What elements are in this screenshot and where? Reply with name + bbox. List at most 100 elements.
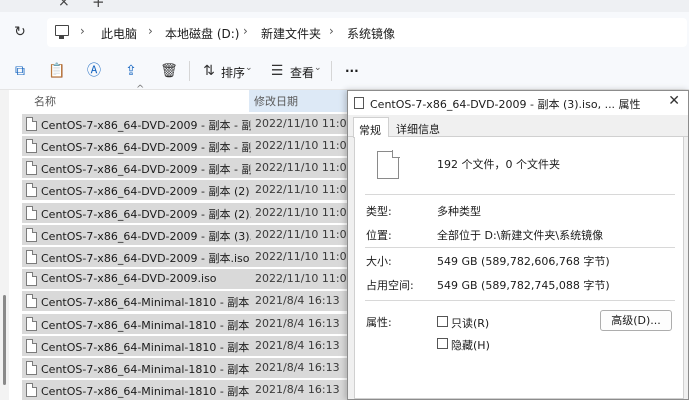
divider <box>365 300 675 301</box>
attributes-label: 属性: <box>366 316 392 329</box>
properties-dialog: CentOS-7-x86_64-DVD-2009 - 副本 (3).iso, .… <box>347 90 689 400</box>
copy-icon[interactable]: ⧉ <box>11 62 29 80</box>
delete-icon[interactable]: 🗑 <box>160 62 178 80</box>
breadcrumb-system-images[interactable]: 系统镜像 <box>347 25 395 42</box>
refresh-icon[interactable]: ↻ <box>11 23 29 41</box>
window-tab-strip: × + <box>0 0 689 12</box>
file-row[interactable]: CentOS-7-x86_64-DVD-2009.iso 2022/11/10 1… <box>22 269 360 289</box>
file-row[interactable]: CentOS-7-x86_64-DVD-2009 - 副本 (3).iso 202… <box>22 225 360 245</box>
breadcrumb-local-disk-d[interactable]: 本地磁盘 (D:) <box>165 25 239 42</box>
file-icon <box>26 317 37 331</box>
file-name: CentOS-7-x86_64-DVD-2009 - 副本 - 副本.iso <box>41 163 251 176</box>
command-bar: ⧉ 📋 Ⓐ ⇪ 🗑 ⇅ 排序 ⌄ ☰ 查看 ⌄ ··· <box>0 52 689 90</box>
vertical-scrollbar[interactable] <box>0 90 9 400</box>
file-icon <box>26 139 37 153</box>
toolbar-divider <box>331 61 332 81</box>
file-name: CentOS-7-x86_64-Minimal-1810 - 副本 - 副... <box>41 296 251 309</box>
file-name: CentOS-7-x86_64-DVD-2009 - 副本 (2).iso <box>41 208 251 221</box>
file-name: CentOS-7-x86_64-Minimal-1810 - 副本 (2) - … <box>41 363 251 376</box>
more-icon[interactable]: ··· <box>345 64 359 78</box>
tab-details[interactable]: 详细信息 <box>396 121 440 137</box>
breadcrumb-new-folder[interactable]: 新建文件夹 <box>261 25 321 42</box>
file-row[interactable]: CentOS-7-x86_64-Minimal-1810 - 副本 - 副...… <box>22 314 360 334</box>
multiple-files-icon <box>377 150 400 179</box>
dialog-titlebar[interactable]: CentOS-7-x86_64-DVD-2009 - 副本 (3).iso, .… <box>348 91 688 115</box>
close-tab-icon[interactable]: × <box>58 0 70 10</box>
file-row[interactable]: CentOS-7-x86_64-DVD-2009 - 副本 - 副本 -... 2… <box>22 136 360 156</box>
file-row[interactable]: CentOS-7-x86_64-Minimal-1810 - 副本 - 副...… <box>22 336 360 356</box>
toolbar-divider <box>189 61 190 81</box>
size-value: 549 GB (589,782,606,768 字节) <box>437 255 610 268</box>
file-icon <box>26 383 37 397</box>
file-name: CentOS-7-x86_64-DVD-2009 - 副本.iso <box>41 252 250 265</box>
hidden-checkbox-label[interactable]: 隐藏(H) <box>451 337 490 353</box>
file-name: CentOS-7-x86_64-DVD-2009 - 副本 (2) - 副本..… <box>41 185 251 198</box>
this-pc-icon <box>55 25 69 39</box>
column-date-header[interactable]: 修改日期 <box>249 90 360 112</box>
file-date: 2022/11/10 11:03 <box>255 272 354 285</box>
file-row[interactable]: CentOS-7-x86_64-DVD-2009 - 副本 - 副本 -... 2… <box>22 114 360 134</box>
close-icon[interactable]: ✕ <box>668 93 680 109</box>
view-button-label[interactable]: 查看 <box>290 64 314 81</box>
type-value: 多种类型 <box>437 205 481 218</box>
sort-ascending-icon: ^ <box>136 84 145 95</box>
type-label: 类型: <box>366 205 392 218</box>
file-date: 2022/11/10 11:03 <box>255 183 354 196</box>
file-row[interactable]: CentOS-7-x86_64-DVD-2009 - 副本.iso 2022/11… <box>22 247 360 267</box>
breadcrumb-separator: › <box>329 24 334 38</box>
file-icon <box>26 250 37 264</box>
file-date: 2021/8/4 16:13 <box>255 383 340 396</box>
chevron-down-icon: ⌄ <box>314 63 322 73</box>
general-tab-panel: 192 个文件，0 个文件夹 类型: 多种类型 位置: 全部位于 D:\新建文件… <box>354 137 684 399</box>
tab-general[interactable]: 常规 <box>353 117 389 138</box>
file-row[interactable]: CentOS-7-x86_64-DVD-2009 - 副本 (2) - 副本..… <box>22 180 360 200</box>
column-name-header[interactable]: 名称 <box>34 93 56 109</box>
file-icon <box>26 206 37 220</box>
file-date: 2021/8/4 16:13 <box>255 361 340 374</box>
file-row[interactable]: CentOS-7-x86_64-Minimal-1810 - 副本 - 副...… <box>22 291 360 311</box>
sort-icon[interactable]: ⇅ <box>200 62 218 80</box>
share-icon[interactable]: ⇪ <box>122 62 140 80</box>
selection-summary: 192 个文件，0 个文件夹 <box>437 158 560 171</box>
file-row[interactable]: CentOS-7-x86_64-DVD-2009 - 副本 - 副本.iso 20… <box>22 158 360 178</box>
readonly-checkbox-label[interactable]: 只读(R) <box>451 315 489 331</box>
paste-icon[interactable]: 📋 <box>48 62 66 80</box>
file-icon <box>26 272 37 286</box>
breadcrumb-this-pc[interactable]: 此电脑 <box>101 25 137 42</box>
advanced-button[interactable]: 高级(D)... <box>600 310 672 331</box>
file-icon <box>26 294 37 308</box>
rename-icon[interactable]: Ⓐ <box>85 62 103 80</box>
file-row[interactable]: CentOS-7-x86_64-Minimal-1810 - 副本 (2) - … <box>22 358 360 378</box>
file-name: CentOS-7-x86_64-DVD-2009 - 副本 - 副本 -... <box>41 141 251 154</box>
file-name: CentOS-7-x86_64-Minimal-1810 - 副本 - 副... <box>41 319 251 332</box>
address-row: ↻ › 此电脑 › 本地磁盘 (D:) › 新建文件夹 › 系统镜像 <box>0 12 689 52</box>
file-name: CentOS-7-x86_64-Minimal-1810 - 副本 (2).i.… <box>41 385 251 398</box>
new-tab-icon[interactable]: + <box>92 0 105 11</box>
dialog-tabs: 常规 详细信息 <box>348 115 688 138</box>
file-icon <box>26 361 37 375</box>
size-on-disk-label: 占用空间: <box>366 279 414 292</box>
file-name: CentOS-7-x86_64-DVD-2009 - 副本 (3).iso <box>41 230 251 243</box>
file-date: 2022/11/10 11:03 <box>255 228 354 241</box>
address-bar[interactable]: › 此电脑 › 本地磁盘 (D:) › 新建文件夹 › 系统镜像 <box>47 18 687 47</box>
file-icon <box>354 97 364 109</box>
file-row[interactable]: CentOS-7-x86_64-Minimal-1810 - 副本 (2).i.… <box>22 380 360 400</box>
sort-button-label[interactable]: 排序 <box>221 64 245 81</box>
file-row[interactable]: CentOS-7-x86_64-DVD-2009 - 副本 (2).iso 202… <box>22 203 360 223</box>
file-date: 2022/11/10 11:03 <box>255 117 354 130</box>
file-icon <box>26 161 37 175</box>
location-label: 位置: <box>366 229 392 242</box>
file-date: 2021/8/4 16:13 <box>255 317 340 330</box>
hidden-checkbox[interactable] <box>437 338 448 349</box>
readonly-checkbox[interactable] <box>437 316 448 327</box>
file-icon <box>26 339 37 353</box>
scrollbar-thumb[interactable] <box>3 295 6 385</box>
file-name: CentOS-7-x86_64-Minimal-1810 - 副本 - 副... <box>41 341 251 354</box>
size-on-disk-value: 549 GB (589,782,745,088 字节) <box>437 279 610 292</box>
file-date: 2022/11/10 11:03 <box>255 161 354 174</box>
divider <box>365 194 675 195</box>
file-date: 2022/11/10 11:03 <box>255 250 354 263</box>
file-name: CentOS-7-x86_64-DVD-2009 - 副本 - 副本 -... <box>41 119 251 132</box>
view-icon[interactable]: ☰ <box>268 62 286 80</box>
breadcrumb-separator: › <box>243 24 248 38</box>
